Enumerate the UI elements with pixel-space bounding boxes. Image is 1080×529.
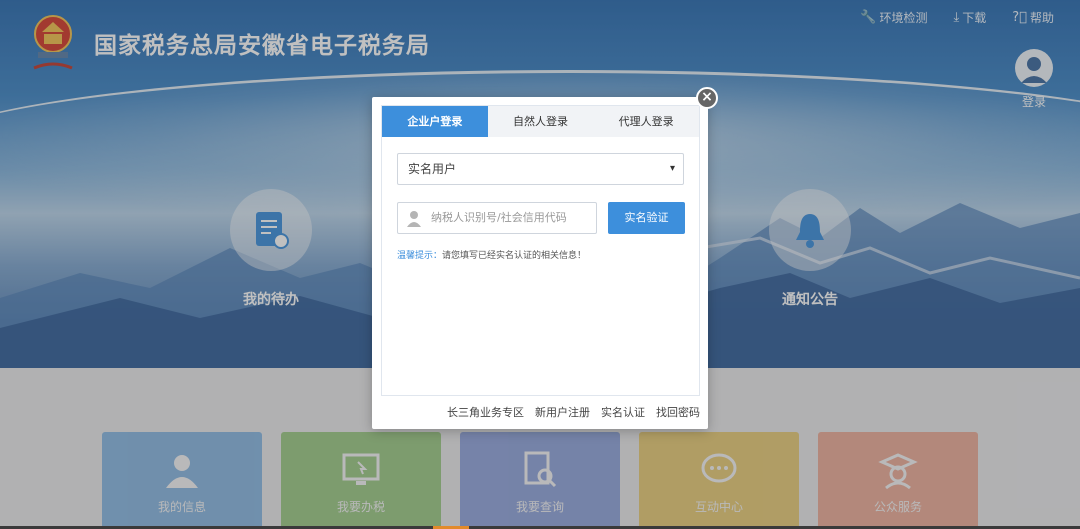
yangtze-delta-link[interactable]: 长三角业务专区 (447, 404, 524, 420)
user-type-select[interactable]: 实名用户 ▾ (397, 153, 684, 185)
hint-label: 温馨提示： (397, 251, 443, 261)
login-panel: 企业户登录 自然人登录 代理人登录 实名用户 ▾ 纳税人识别号/社会信用代码 实… (381, 105, 700, 396)
recover-password-link[interactable]: 找回密码 (656, 404, 700, 420)
realname-auth-link[interactable]: 实名认证 (601, 404, 645, 420)
tab-enterprise-login[interactable]: 企业户登录 (382, 106, 488, 137)
taxpayer-id-placeholder: 纳税人识别号/社会信用代码 (431, 211, 567, 224)
verify-button[interactable]: 实名验证 (608, 202, 685, 234)
tab-agent-login[interactable]: 代理人登录 (593, 106, 699, 137)
close-icon[interactable]: × (696, 87, 718, 109)
tab-individual-login[interactable]: 自然人登录 (488, 106, 594, 137)
hint-text: 温馨提示：请您填写已经实名认证的相关信息！ (397, 248, 586, 261)
chevron-down-icon: ▾ (669, 163, 675, 174)
login-modal: 企业户登录 自然人登录 代理人登录 实名用户 ▾ 纳税人识别号/社会信用代码 实… (372, 97, 708, 429)
user-type-value: 实名用户 (408, 162, 457, 176)
hint-message: 请您填写已经实名认证的相关信息！ (442, 251, 587, 261)
login-tabs: 企业户登录 自然人登录 代理人登录 (382, 106, 699, 137)
modal-footer-links: 长三角业务专区 新用户注册 实名认证 找回密码 (447, 404, 700, 420)
register-link[interactable]: 新用户注册 (535, 404, 590, 420)
taxpayer-id-input[interactable]: 纳税人识别号/社会信用代码 (397, 202, 597, 234)
user-icon (407, 211, 421, 227)
